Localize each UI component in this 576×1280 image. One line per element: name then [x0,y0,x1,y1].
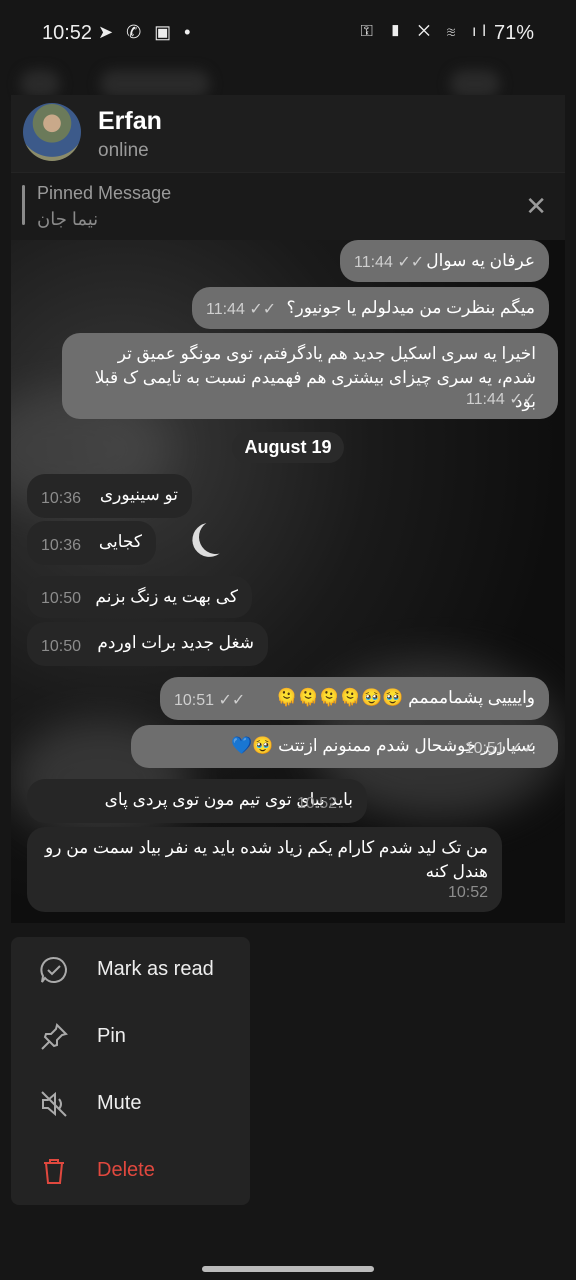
date-separator: August 19 [232,432,344,463]
message-bubble[interactable]: من تک لید شدم کارام یکم زیاد شده باید یه… [27,827,502,912]
pinned-message[interactable]: Pinned Message نیما جان ✕ [11,172,565,240]
double-check-icon: ✓✓ [509,740,536,757]
mute-menu-item[interactable]: Mute [11,1071,250,1137]
pinned-title: Pinned Message [37,183,172,203]
blurred-background [450,70,500,98]
pin-icon [41,1023,68,1050]
double-check-icon: ✓✓ [397,254,425,271]
mark-as-read-menu-item[interactable]: Mark as read [11,937,250,1003]
avatar [23,103,81,161]
message-bubble[interactable]: واییییی پشمامممم 🥹🥹🫠🫠🫠🫠 10:51 ✓✓ [160,677,549,720]
contact-status: online [98,140,149,161]
battery-level: 71% [493,22,534,44]
home-indicator[interactable] [202,1266,374,1272]
double-check-icon: ✓✓ [218,692,246,709]
blurred-background [20,70,60,98]
trash-icon [44,1159,64,1184]
double-check-icon: ✓✓ [509,391,536,408]
message-bubble[interactable]: شغل جدید برات اوردم 10:50 [27,622,268,666]
message-bubble[interactable]: بسیاررر خوشحال شدم ممنونم ازتتت 🥹💙 10:51 … [131,725,558,768]
chat-preview[interactable]: Erfan online Pinned Message نیما جان ✕ ع… [11,95,565,923]
context-menu: Mark as read Pin Mute Delete [11,937,250,1205]
message-bubble[interactable]: باید بیای توی تیم مون توی پردی پای 10:52 [27,779,367,823]
pin-menu-item[interactable]: Pin [11,1004,250,1070]
double-check-icon: ✓✓ [249,301,277,318]
close-icon[interactable]: ✕ [525,191,547,222]
chat-header: Erfan online [11,95,565,172]
moon-decoration [196,517,235,556]
message-bubble[interactable]: کجایی 10:36 [27,521,156,565]
check-circle-icon [40,956,67,983]
delete-menu-item[interactable]: Delete [11,1138,250,1204]
message-bubble[interactable]: اخیرا یه سری اسکیل جدید هم یادگرفتم، توی… [62,333,558,419]
status-time: 10:52 [42,22,93,44]
message-bubble[interactable]: میگم بنظرت من میدلولم یا جونیور؟ 11:44 ✓✓ [192,287,549,329]
notification-icons: ➤ ✆ ▣ • [98,22,195,42]
message-bubble[interactable]: عرفان یه سوال 11:44 ✓✓ [340,240,549,282]
blurred-background [100,70,210,98]
pinned-text: نیما جان [37,209,99,229]
message-bubble[interactable]: تو سینیوری 10:36 [27,474,192,518]
message-list: عرفان یه سوال 11:44 ✓✓ میگم بنظرت من میدل… [11,240,565,923]
system-icons: ⚿ ▮ ✕ ≋ ıl [360,23,492,40]
message-bubble[interactable]: کی بهت یه زنگ بزنم 10:50 [27,576,252,618]
contact-name: Erfan [98,107,162,135]
pinned-bar [22,185,25,225]
mute-icon [41,1091,67,1117]
status-bar: 10:52 ➤ ✆ ▣ • ⚿ ▮ ✕ ≋ ıl 71% [0,0,576,66]
